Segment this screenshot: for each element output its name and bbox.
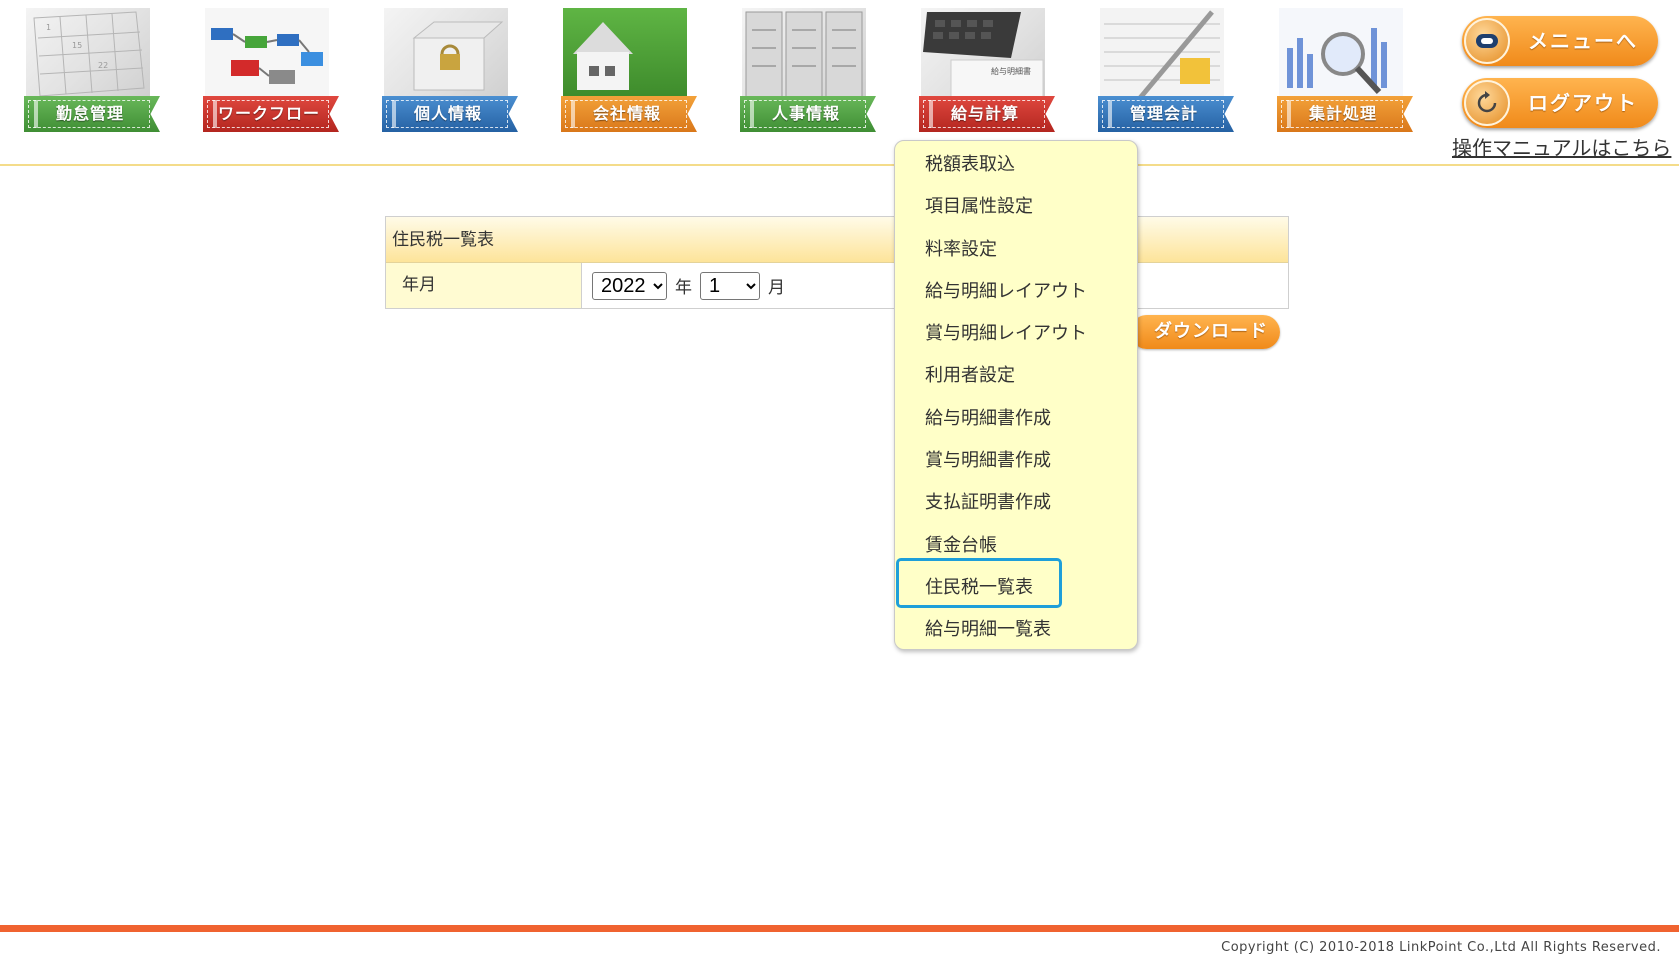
year-select[interactable]: 2022 [592,271,667,300]
footer-bar [0,925,1679,932]
copyright-text: Copyright (C) 2010-2018 LinkPoint Co.,Lt… [1221,940,1661,955]
row-label: 年月 [386,263,582,308]
svg-text:22: 22 [98,61,108,70]
menu-item-tax-table-import[interactable]: 税額表取込 [895,144,1137,186]
nav-ribbon: 人事情報 [740,96,876,132]
menu-item-bonus-slip-create[interactable]: 賞与明細書作成 [895,440,1137,482]
nav-management-accounting[interactable]: 管理会計 [1098,8,1234,132]
nav-hr-info[interactable]: 人事情報 [740,8,876,132]
nav-label: ワークフロー [217,104,320,123]
nav-payroll[interactable]: 給与明細書 給与計算 [919,8,1055,132]
menu-item-bonus-slip-layout[interactable]: 賞与明細レイアウト [895,313,1137,355]
nav-ribbon: 集計処理 [1277,96,1413,132]
nav-label: 会社情報 [592,104,661,123]
menu-button-label: メニューへ [1528,29,1638,53]
nav-label: 勤怠管理 [55,104,124,123]
nav-aggregation[interactable]: 集計処理 [1277,8,1413,132]
menu-item-salary-slip-layout[interactable]: 給与明細レイアウト [895,271,1137,313]
nav-ribbon: ワークフロー [203,96,339,132]
nav-company-info[interactable]: 会社情報 [561,8,697,132]
month-unit: 月 [768,278,785,298]
header-divider [0,164,1679,166]
manual-link[interactable]: 操作マニュアルはこちら [1452,132,1671,161]
payroll-dropdown-menu: 税額表取込 項目属性設定 料率設定 給与明細レイアウト 賞与明細レイアウト 利用… [894,140,1138,650]
menu-item-salary-slip-list[interactable]: 給与明細一覧表 [895,609,1137,651]
ledger-pen-icon [1100,8,1224,100]
menu-item-resident-tax-list[interactable]: 住民税一覧表 [895,567,1137,609]
month-select[interactable]: 1 [700,271,760,300]
menu-item-rate-settings[interactable]: 料率設定 [895,229,1137,271]
nav-ribbon: 会社情報 [561,96,697,132]
magnifier-chart-icon [1279,8,1403,100]
resident-tax-form: 住民税一覧表 年月 2022 年 1 月 [385,216,1289,309]
form-row-year-month: 年月 2022 年 1 月 [386,263,1288,308]
cabinet-icon [742,8,866,100]
logout-button[interactable]: ログアウト [1462,78,1658,128]
menu-item-item-attribute-settings[interactable]: 項目属性設定 [895,186,1137,228]
nav-ribbon: 管理会計 [1098,96,1234,132]
nav-ribbon: 給与計算 [919,96,1055,132]
svg-text:給与明細書: 給与明細書 [991,66,1031,76]
download-button[interactable]: ダウンロード [1130,315,1280,349]
lock-box-icon [384,8,508,100]
nav-ribbon: 勤怠管理 [24,96,160,132]
calculator-icon: 給与明細書 [921,8,1045,100]
year-unit: 年 [675,278,692,298]
menu-item-salary-slip-create[interactable]: 給与明細書作成 [895,398,1137,440]
nav-attendance[interactable]: 1 15 22 勤怠管理 [24,8,160,132]
logout-button-label: ログアウト [1528,91,1638,115]
menu-item-user-settings[interactable]: 利用者設定 [895,355,1137,397]
menu-item-payment-certificate[interactable]: 支払証明書作成 [895,482,1137,524]
flow-blocks-icon [205,8,329,100]
form-title: 住民税一覧表 [386,217,1288,263]
nav-label: 人事情報 [771,104,840,123]
menu-button[interactable]: メニューへ [1462,16,1658,66]
menu-icon [1464,18,1510,64]
refresh-icon [1464,80,1510,126]
nav-label: 集計処理 [1308,104,1377,123]
menu-item-wage-ledger[interactable]: 賃金台帳 [895,525,1137,567]
nav-workflow[interactable]: ワークフロー [203,8,339,132]
nav-label: 給与計算 [950,104,1019,123]
nav-personal-info[interactable]: 個人情報 [382,8,518,132]
nav-label: 個人情報 [413,104,482,123]
house-icon [563,8,687,100]
nav-label: 管理会計 [1129,104,1198,123]
svg-text:15: 15 [72,41,82,50]
calendar-icon: 1 15 22 [26,8,150,100]
nav-ribbon: 個人情報 [382,96,518,132]
svg-text:1: 1 [46,23,51,32]
